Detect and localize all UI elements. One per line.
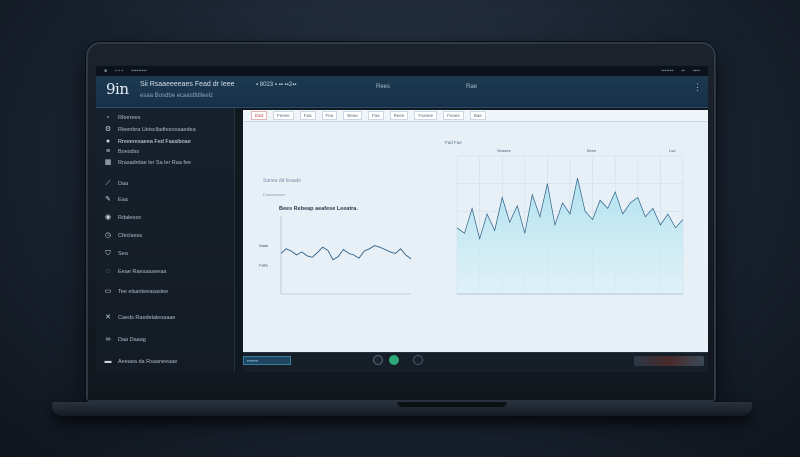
sidebar-item-label: Boesdss (118, 149, 140, 155)
bars-icon: ≡ (105, 148, 111, 155)
chart-left-title: Sanea dd feaade (263, 178, 302, 184)
sidebar-item-label: Rdaleeze (118, 215, 142, 221)
sidebar-item-label: Rreeeresaeea Fed Fassiboae (118, 139, 191, 145)
series-line (280, 245, 412, 261)
sidebar-item[interactable]: ✎ Eaa (104, 196, 128, 204)
command-input[interactable]: ▪▪▪▪▪▪▪▪ (243, 356, 291, 365)
bell-icon: ◉ (104, 214, 112, 221)
sidebar-item-label: Aeeaea da Rsaaneeaae (118, 359, 178, 365)
sidebar-item[interactable]: ▭ Tee elsanteeasaslee (104, 288, 168, 296)
sidebar-item[interactable]: ◷ Cfeclaess (104, 232, 142, 240)
app-header: 9in Sii Rsaaeeeeaes Fead dr Ieee esaa Bo… (96, 76, 708, 108)
sidebar-item[interactable]: ◌ Eeae Raesaaseeaa (104, 268, 166, 276)
tool-icon: ✕ (105, 314, 111, 321)
sidebar-item-label: Eaa (118, 197, 128, 203)
toolbar-button[interactable]: Reee (389, 111, 409, 120)
clock-icon: ◷ (104, 232, 112, 239)
line-chart-left: Saae Fabe (259, 216, 412, 295)
legend-label: Saae (259, 243, 269, 248)
sidebar-item[interactable]: ● Rreeeresaeea Fed Fassiboae (104, 138, 191, 146)
chart-corner-label: Lsd (669, 148, 675, 153)
command-input-value: ▪▪▪▪▪▪▪▪ (247, 358, 259, 363)
toolbar-button[interactable]: Feaee (443, 111, 464, 120)
system-bar-item: ▪▪ (681, 68, 685, 74)
sidebar-item-label: Rrasadrdae ler Sa ler Raa fee (118, 160, 192, 166)
header-link[interactable]: Rae (466, 84, 477, 90)
sidebar-item-label: Caeds Raedelaleoaaae (118, 315, 176, 321)
screen: ■ ▪ ▪ ▪ ▪▪▪▪▪▪▪▪▪ ▪▪▪▪▪▪▪ ▪▪ ▪▪▪▪ 9in Si… (96, 66, 708, 372)
system-bar-item: ▪▪▪▪▪▪▪▪▪ (131, 68, 148, 74)
sidebar-item-label: Rfeerees (118, 115, 141, 121)
status-indicator (634, 356, 704, 366)
headset-icon: ◌ (105, 268, 111, 275)
toolbar-button[interactable]: Beae (343, 111, 362, 120)
settings-icon: ▬ (104, 358, 112, 365)
sidebar-item-label: Rleenbra Ueisclladtesceaaedea (118, 127, 196, 133)
sidebar-item-label: Daa Daaag (118, 337, 146, 343)
square-icon: ▫ (106, 114, 110, 121)
system-bar-item: ▪▪▪▪ (692, 68, 700, 74)
sidebar: ▫ Rfeerees ⚙ Rleenbra Ueisclladtesceaaed… (96, 108, 235, 372)
system-bar-item: ■ (104, 68, 108, 74)
sidebar-item[interactable]: ⛉ Sea (104, 250, 128, 258)
gear-icon: ⚙ (104, 126, 112, 133)
system-bar: ■ ▪ ▪ ▪ ▪▪▪▪▪▪▪▪▪ ▪▪▪▪▪▪▪ ▪▪ ▪▪▪▪ (96, 66, 708, 76)
header-link[interactable]: Rees (376, 84, 390, 90)
toolbar: Ead Feeee Faa Fea Beae Faa Reee Fassee F… (243, 110, 708, 122)
folder-icon: ▭ (104, 288, 112, 295)
shield-icon: ⛉ (105, 250, 111, 257)
bottom-bar: ▪▪▪▪▪▪▪▪ (243, 352, 708, 372)
sidebar-item[interactable]: ✕ Caeds Raedelaleoaaae (104, 314, 176, 322)
toolbar-button[interactable]: Faa (367, 111, 384, 120)
page-title: Sii Rsaaeeeeaes Fead dr Ieee (140, 81, 235, 88)
app-logo[interactable]: 9in (106, 80, 129, 98)
sidebar-item[interactable]: ∞ Daa Daaag (104, 336, 146, 344)
sidebar-item[interactable]: ▫ Rfeerees (104, 114, 141, 122)
sidebar-item[interactable]: ⟋ Daa (104, 180, 129, 188)
sidebar-item[interactable]: ▬ Aeeaea da Rsaaneeaae (104, 358, 178, 366)
link-icon: ∞ (105, 336, 111, 343)
laptop-notch (397, 402, 507, 407)
sidebar-item[interactable]: ≡ Boesdss (104, 148, 139, 156)
sidebar-item-label: Cfeclaess (118, 233, 143, 239)
sidebar-item-label: Tee elsanteeasaslee (118, 289, 169, 295)
toolbar-button[interactable]: Ead (251, 111, 268, 120)
system-bar-item: ▪▪▪▪▪▪▪ (660, 68, 674, 74)
chart-icon: ⟋ (105, 180, 111, 187)
stop-button[interactable] (413, 355, 423, 365)
header-info: ▪ 8023 ▪ ▪▪ ▪▪2▪▪ (256, 82, 297, 88)
chart-top-label: Seaaee (497, 148, 512, 153)
toolbar-button[interactable]: Fea (321, 111, 338, 120)
sidebar-item[interactable]: ⚙ Rleenbra Ueisclladtesceaaedea (104, 126, 196, 134)
user-icon: ● (105, 138, 111, 145)
sidebar-item[interactable]: ◉ Rdaleeze (104, 214, 141, 222)
pen-icon: ✎ (105, 196, 111, 203)
page-subtitle: esaa Bosdbe ecaastfdlleelz (140, 93, 214, 99)
laptop-base (52, 402, 752, 416)
toolbar-button[interactable]: Fassee (414, 111, 438, 120)
sidebar-item-label: Sea (118, 251, 128, 257)
sidebar-item-label: Daa (118, 181, 129, 187)
grid-icon: ▦ (104, 159, 112, 166)
chart-left-subtitle: Faaeaeeaee (263, 192, 286, 197)
chart-top-label: Beee (587, 148, 597, 153)
toolbar-button[interactable]: Bae (469, 111, 486, 120)
legend-label: Fabe (259, 263, 269, 268)
area-chart-right: Seaaee Beee Lsd (456, 148, 684, 295)
sidebar-item[interactable]: ▦ Rrasadrdae ler Sa ler Raa fee (104, 159, 191, 167)
play-button[interactable] (389, 355, 399, 365)
system-bar-item: ▪ ▪ ▪ (115, 68, 124, 74)
record-button[interactable] (373, 355, 383, 365)
sidebar-item-label: Eeae Raesaaseeaa (118, 269, 167, 275)
more-menu-icon[interactable]: ⋮ (693, 82, 702, 93)
toolbar-button[interactable]: Feeee (273, 111, 294, 120)
main-content: Ead Feeee Faa Fea Beae Faa Reee Fassee F… (243, 110, 708, 352)
toolbar-button[interactable]: Faa (299, 111, 316, 120)
